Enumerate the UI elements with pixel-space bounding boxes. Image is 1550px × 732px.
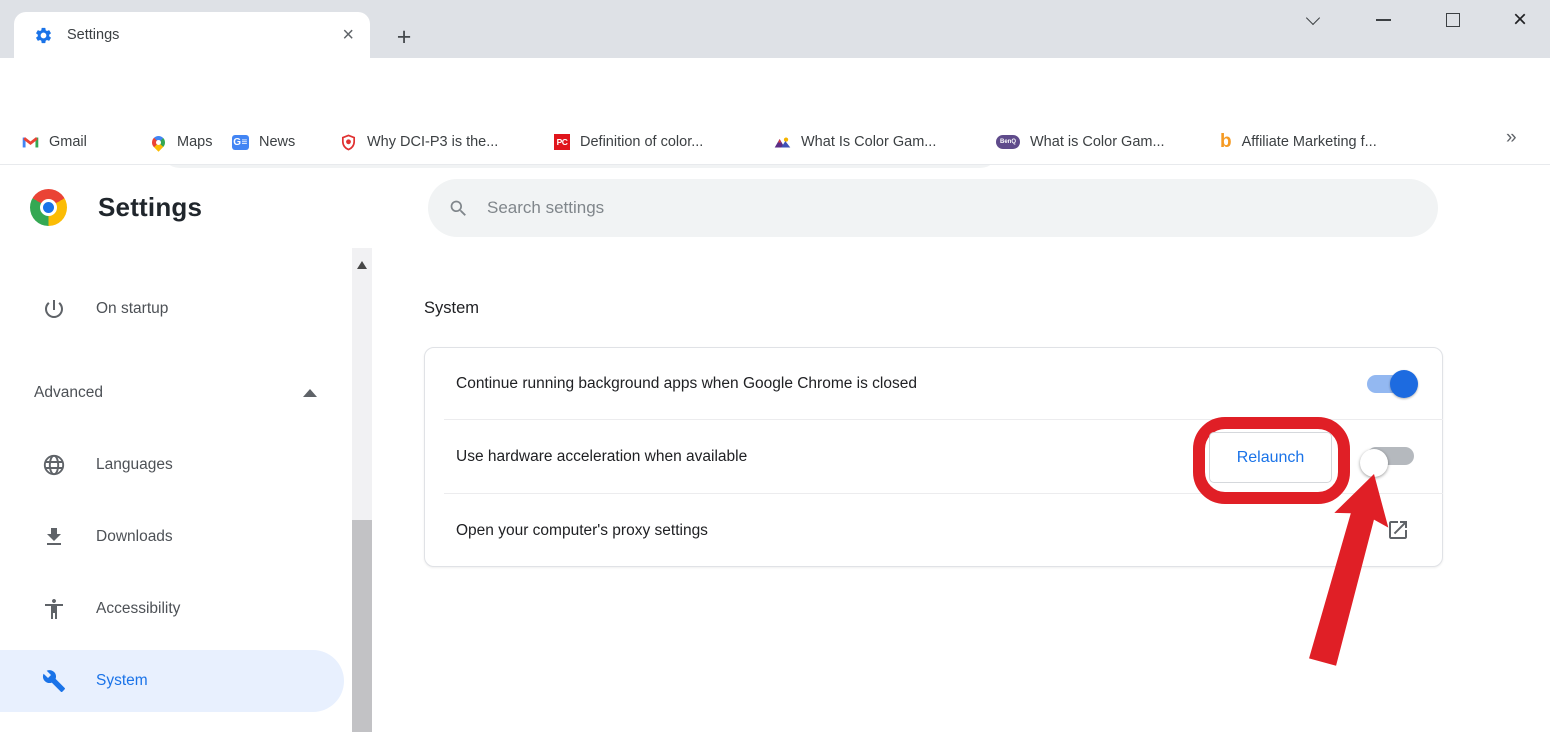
bookmark-news[interactable]: G≡ News: [232, 120, 295, 164]
sidebar-item-system[interactable]: System: [0, 650, 344, 712]
bookmark-dci-p3[interactable]: Why DCI-P3 is the...: [340, 120, 498, 164]
background-apps-toggle-thumb[interactable]: [1390, 370, 1418, 398]
new-tab-button[interactable]: +: [389, 22, 419, 52]
browser-toolbar: Chrome chrome://settings/system K S Tool…: [0, 58, 1550, 120]
bookmark-gmail[interactable]: Gmail: [22, 120, 87, 164]
sidebar-item-downloads[interactable]: Downloads: [0, 506, 344, 568]
globe-icon: [42, 453, 66, 477]
mountains-icon: [774, 134, 791, 151]
bookmark-pcmag[interactable]: PC Definition of color...: [554, 120, 703, 164]
sidebar-item-on-startup[interactable]: On startup: [0, 278, 344, 340]
bookmark-affiliate[interactable]: b Affiliate Marketing f...: [1220, 120, 1377, 164]
collapse-caret-icon: [303, 389, 317, 397]
sidebar-scrollbar-thumb[interactable]: [352, 520, 372, 732]
bookmark-color-gamut-1[interactable]: What Is Color Gam...: [774, 120, 936, 164]
settings-gear-favicon-icon: [34, 26, 53, 45]
window-titlebar: Settings × + ×: [0, 0, 1550, 58]
scrollbar-up-arrow-icon[interactable]: [357, 261, 367, 269]
gmail-icon: [22, 134, 39, 151]
maximize-button[interactable]: [1436, 0, 1470, 40]
accessibility-icon: [42, 597, 66, 621]
chrome-logo-icon: [30, 189, 67, 226]
hardware-acceleration-toggle-thumb[interactable]: [1360, 449, 1388, 477]
search-input[interactable]: [487, 198, 1287, 218]
relaunch-button[interactable]: Relaunch: [1209, 432, 1332, 483]
row-hardware-acceleration-label: Use hardware acceleration when available: [456, 448, 747, 466]
bookmarks-overflow-icon[interactable]: »: [1506, 127, 1517, 149]
google-news-icon: G≡: [232, 135, 249, 150]
red-shield-icon: [340, 134, 357, 151]
browser-window: Settings × + × Chrome chrome://settings/…: [0, 0, 1550, 732]
sidebar-item-languages[interactable]: Languages: [0, 434, 344, 496]
download-icon: [42, 525, 66, 549]
tab-close-icon[interactable]: ×: [342, 25, 354, 45]
bookmark-color-gamut-2[interactable]: BenQ What is Color Gam...: [996, 120, 1165, 164]
power-icon: [42, 297, 66, 321]
sidebar-item-accessibility[interactable]: Accessibility: [0, 578, 344, 640]
row-background-apps-label: Continue running background apps when Go…: [456, 375, 917, 393]
tab-search-chevron-icon[interactable]: [1296, 0, 1330, 40]
bookmarks-bar: Gmail Maps G≡ News Why DCI-P3 is the... …: [0, 120, 1550, 165]
minimize-button[interactable]: [1366, 0, 1400, 40]
external-link-icon[interactable]: [1386, 518, 1410, 542]
pcmag-icon: PC: [554, 134, 570, 150]
wrench-icon: [42, 669, 66, 693]
window-close-button[interactable]: ×: [1503, 0, 1537, 40]
browser-tab-settings[interactable]: Settings ×: [14, 12, 370, 58]
tab-title: Settings: [67, 27, 342, 43]
sidebar-section-advanced[interactable]: Advanced: [0, 362, 344, 424]
maps-pin-icon: [150, 134, 167, 151]
search-icon: [448, 198, 469, 219]
page-title: Settings: [98, 192, 202, 223]
benq-icon: BenQ: [996, 135, 1020, 149]
orange-b-icon: b: [1220, 134, 1232, 150]
section-title-system: System: [424, 299, 479, 318]
row-proxy-settings-label: Open your computer's proxy settings: [456, 522, 708, 540]
bookmark-maps[interactable]: Maps: [150, 120, 212, 164]
settings-search-bar[interactable]: [428, 179, 1438, 237]
